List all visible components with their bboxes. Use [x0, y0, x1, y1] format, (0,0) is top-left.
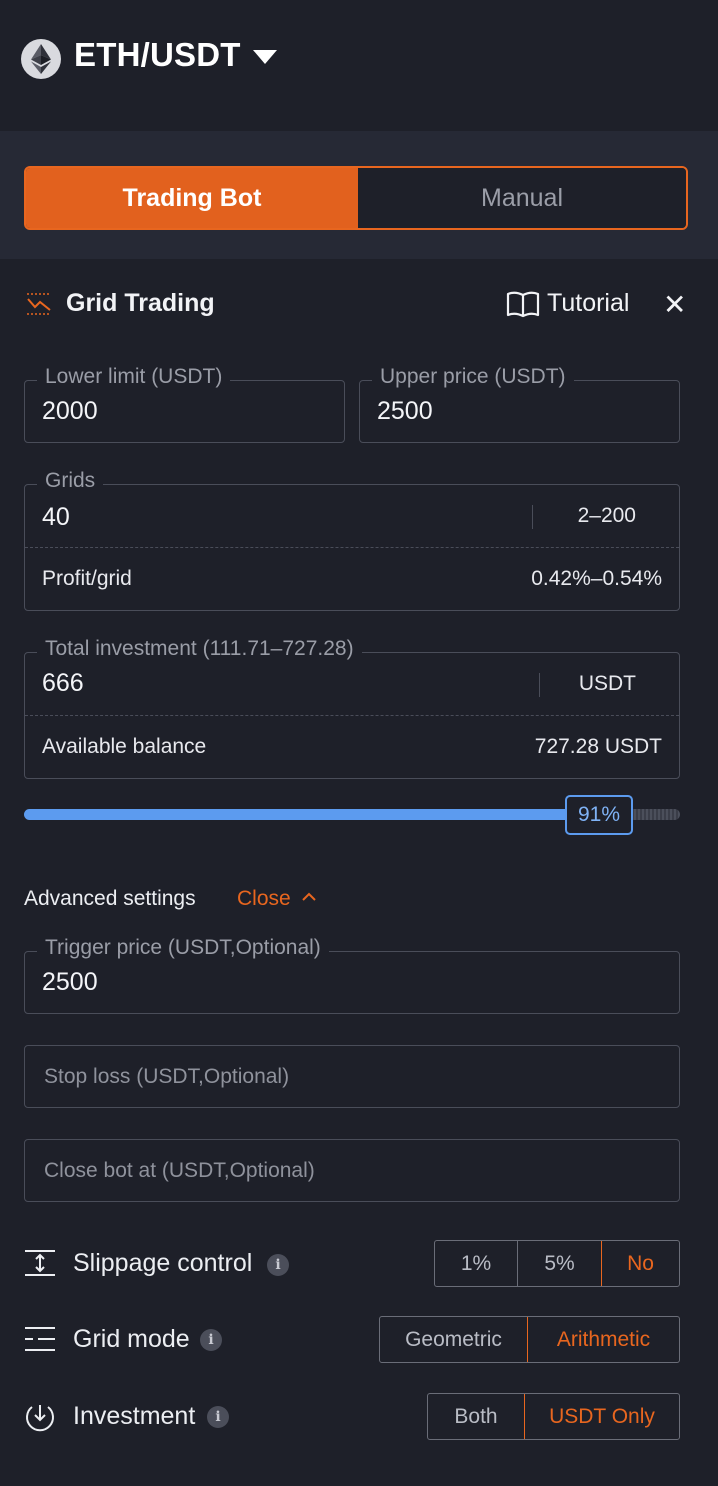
investment-mode-usdt-only[interactable]: USDT Only: [524, 1394, 679, 1439]
slippage-icon: [24, 1249, 56, 1282]
profit-per-grid-label: Profit/grid: [42, 567, 132, 590]
ethereum-icon: [21, 39, 61, 79]
dashed-divider: [25, 547, 679, 548]
lower-limit-label: Lower limit (USDT): [37, 365, 231, 389]
dashed-divider: [25, 715, 679, 716]
investment-mode-label: Investment: [73, 1402, 196, 1430]
trigger-price-value: 2500: [42, 968, 98, 996]
investment-unit: USDT: [578, 672, 636, 695]
trigger-price-label: Trigger price (USDT,Optional): [37, 936, 329, 960]
upper-price-value: 2500: [377, 397, 433, 425]
slippage-option-5[interactable]: 5%: [518, 1241, 602, 1286]
chevron-up-icon: [301, 892, 316, 901]
advanced-settings-toggle[interactable]: Close: [237, 887, 317, 911]
stop-loss-input[interactable]: Stop loss (USDT,Optional): [24, 1045, 680, 1108]
grid-trading-icon: [26, 291, 52, 322]
upper-price-label: Upper price (USDT): [372, 365, 574, 389]
close-bot-input[interactable]: Close bot at (USDT,Optional): [24, 1139, 680, 1202]
pair-title[interactable]: ETH/USDT: [74, 36, 241, 74]
available-balance-label: Available balance: [42, 735, 207, 758]
stop-loss-placeholder: Stop loss (USDT,Optional): [44, 1065, 290, 1088]
slippage-options: 1% 5% No: [434, 1240, 680, 1287]
divider: [539, 673, 540, 697]
slider-thumb[interactable]: 91%: [565, 795, 633, 835]
info-icon[interactable]: i: [267, 1254, 289, 1276]
close-bot-placeholder: Close bot at (USDT,Optional): [44, 1159, 315, 1182]
investment-label: Total investment (111.71–727.28): [37, 637, 362, 661]
investment-value: 666: [42, 669, 84, 697]
info-icon[interactable]: i: [200, 1329, 222, 1351]
book-icon[interactable]: [506, 290, 540, 323]
slippage-option-no[interactable]: No: [601, 1241, 679, 1286]
lower-limit-field[interactable]: Lower limit (USDT) 2000: [24, 365, 345, 443]
grid-mode-arithmetic[interactable]: Arithmetic: [527, 1317, 679, 1362]
available-balance-value: 727.28 USDT: [534, 735, 662, 758]
close-icon[interactable]: ✕: [663, 291, 686, 319]
grids-field[interactable]: Grids 40 2–200 Profit/grid 0.42%–0.54%: [24, 469, 680, 611]
slider-track[interactable]: [630, 809, 680, 820]
lower-limit-value: 2000: [42, 397, 98, 425]
slippage-label: Slippage control: [73, 1249, 253, 1277]
trigger-price-field[interactable]: Trigger price (USDT,Optional) 2500: [24, 936, 680, 1014]
info-icon[interactable]: i: [207, 1406, 229, 1428]
mode-switch: Trading Bot Manual: [24, 166, 688, 230]
section-title: Grid Trading: [66, 289, 215, 317]
investment-field[interactable]: Total investment (111.71–727.28) 666 USD…: [24, 637, 680, 779]
slider-fill[interactable]: [24, 809, 569, 820]
grid-mode-geometric[interactable]: Geometric: [380, 1317, 528, 1362]
grid-mode-options: Geometric Arithmetic: [379, 1316, 680, 1363]
grid-mode-label: Grid mode: [73, 1325, 190, 1353]
download-circle-icon: [24, 1402, 56, 1437]
grids-value: 40: [42, 503, 70, 531]
advanced-settings-label: Advanced settings: [24, 887, 196, 910]
slippage-option-1[interactable]: 1%: [435, 1241, 518, 1286]
divider: [532, 505, 533, 529]
chevron-down-icon[interactable]: [253, 50, 277, 64]
grids-range: 2–200: [577, 504, 636, 527]
investment-mode-options: Both USDT Only: [427, 1393, 680, 1440]
tutorial-link[interactable]: Tutorial: [547, 289, 629, 318]
upper-price-field[interactable]: Upper price (USDT) 2500: [359, 365, 680, 443]
profit-per-grid-value: 0.42%–0.54%: [531, 567, 662, 590]
advanced-toggle-label: Close: [237, 887, 291, 910]
grid-mode-icon: [24, 1325, 56, 1358]
manual-tab[interactable]: Manual: [358, 168, 686, 228]
grids-label: Grids: [37, 469, 104, 493]
investment-mode-both[interactable]: Both: [428, 1394, 525, 1439]
trading-bot-tab[interactable]: Trading Bot: [26, 168, 358, 228]
